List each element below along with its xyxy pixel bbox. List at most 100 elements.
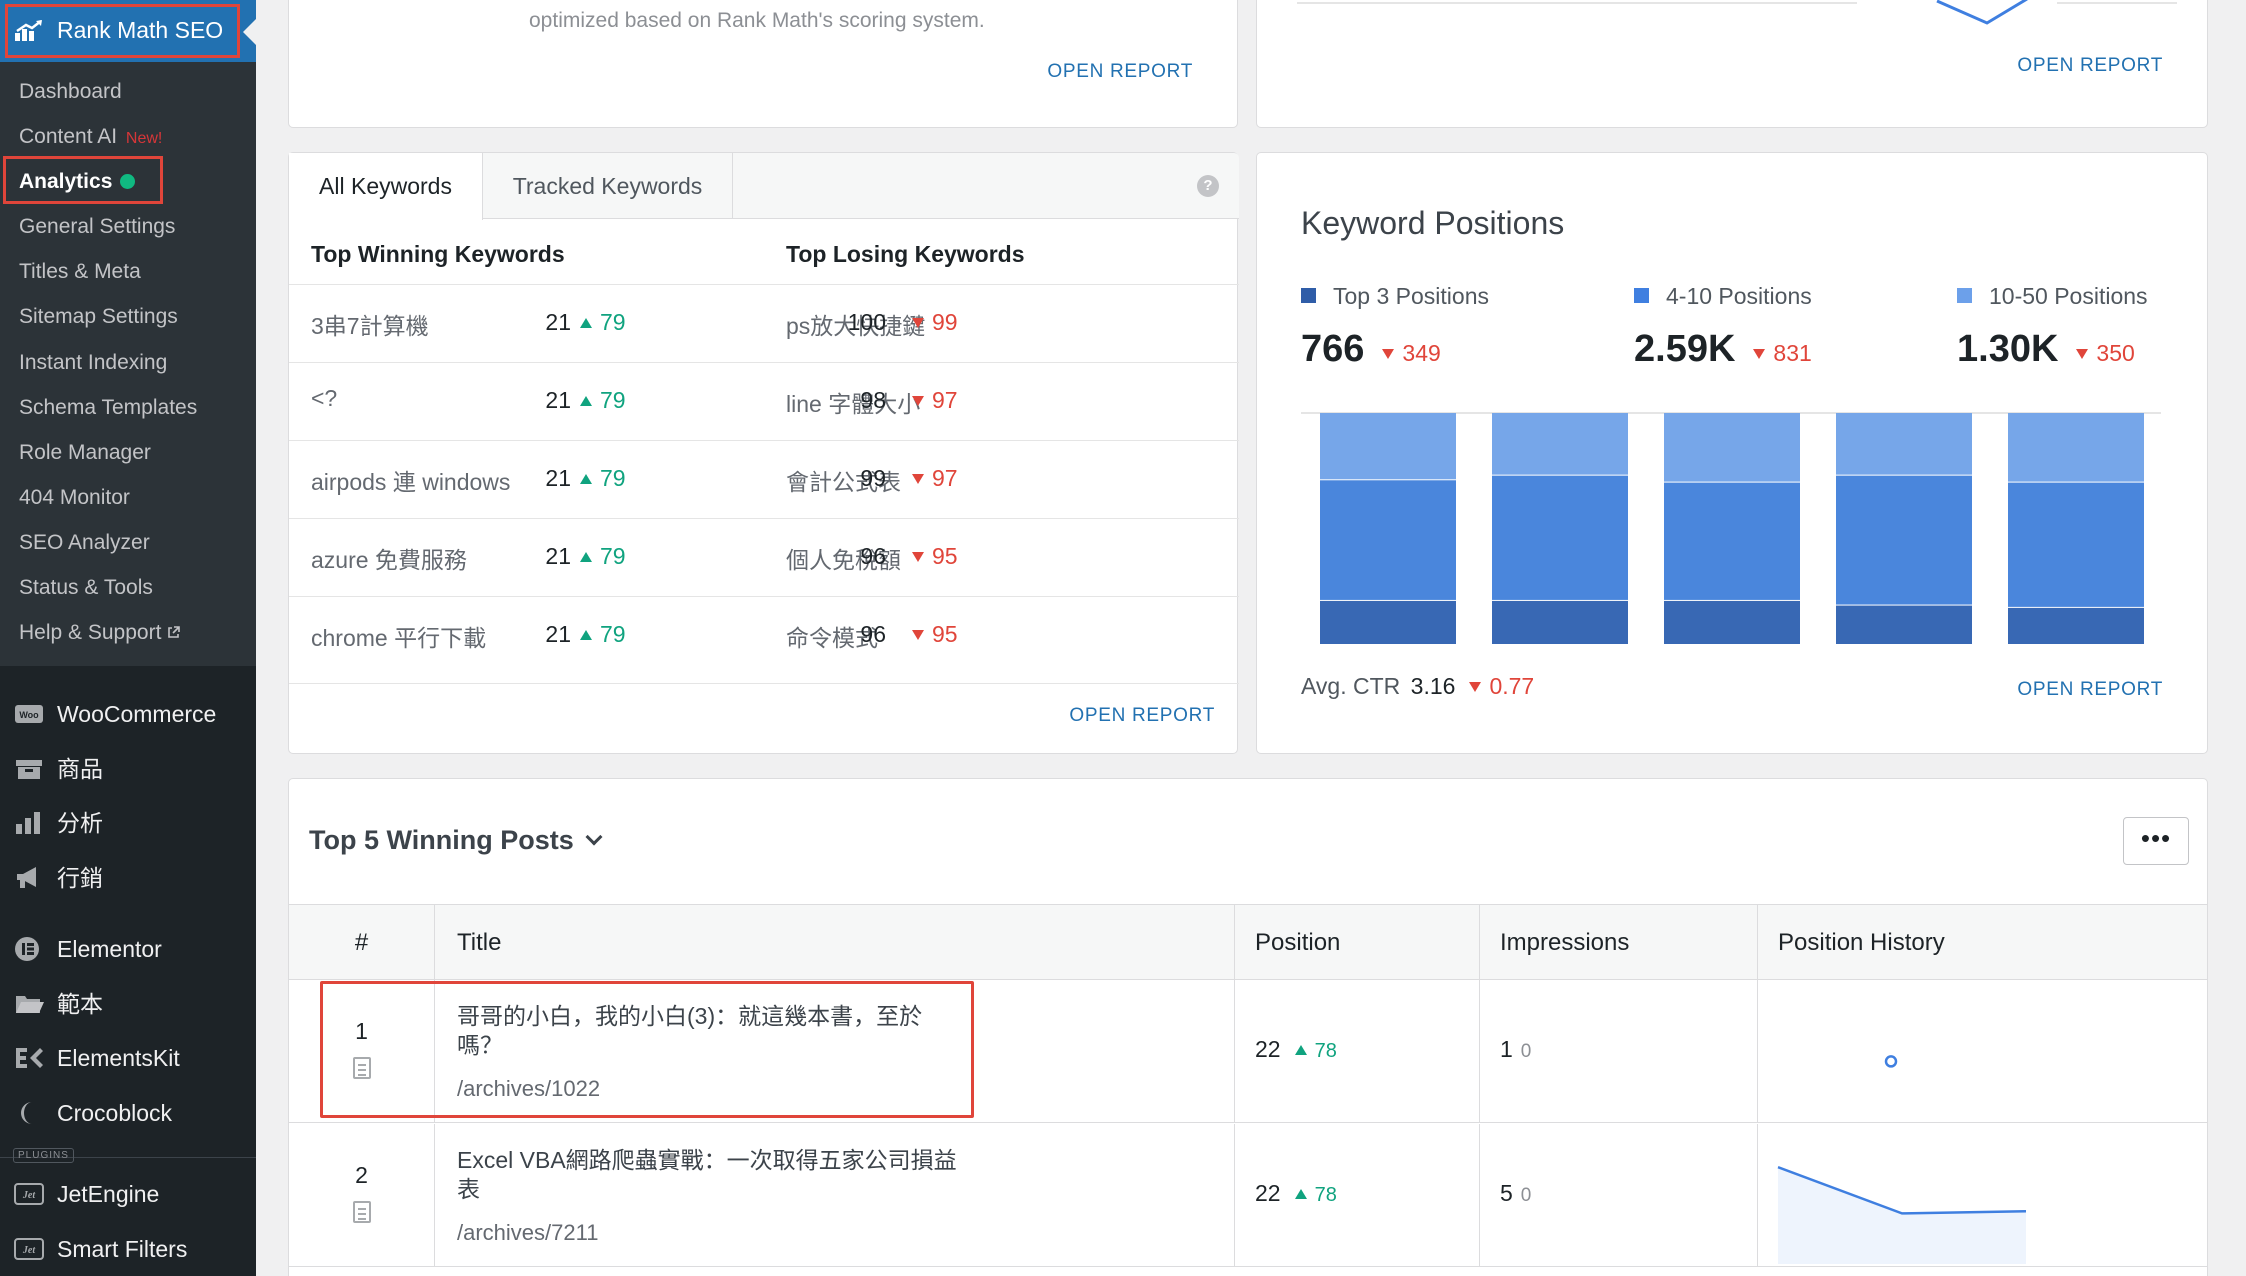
open-report-link[interactable]: OPEN REPORT [2017,55,2163,77]
up-arrow-icon [580,474,592,484]
submenu-seo-analyzer[interactable]: SEO Analyzer [19,528,150,558]
chart-bar-segment [1320,480,1456,600]
menu-marketing[interactable]: 行銷 [0,852,256,904]
up-arrow-icon [580,630,592,640]
submenu-role-manager[interactable]: Role Manager [19,438,151,468]
winning-keyword-position: 21 [545,621,571,647]
submenu-sitemap-settings[interactable]: Sitemap Settings [19,302,178,332]
menu-analytics[interactable]: 分析 [0,797,256,849]
submenu-404-monitor[interactable]: 404 Monitor [19,483,130,513]
stat-10-50-value-row: 1.30K 350 [1957,328,2148,371]
elementor-icon [15,937,39,961]
impressions-change: 0 [1520,1185,1532,1206]
document-icon [352,1201,371,1223]
tab-tracked-keywords[interactable]: Tracked Keywords [483,153,733,219]
impressions-value: 5 [1500,1180,1513,1206]
menu-jetengine[interactable]: Jet JetEngine [0,1168,256,1220]
winning-keyword[interactable]: chrome 平行下載 [311,619,486,653]
legend-4-10: 4-10 Positions [1634,283,1812,310]
position-value: 22 [1255,1180,1281,1206]
keyword-row: <? 21 79 line 字體大小 98 97 [289,362,1239,440]
winning-keyword[interactable]: 3串7計算機 [311,307,429,341]
submenu-content-ai[interactable]: Content AI New! [19,122,162,154]
help-icon[interactable]: ? [1197,175,1219,197]
winning-keyword-change: 79 [580,465,626,492]
menu-crocoblock[interactable]: Crocoblock [0,1087,256,1139]
submenu-status-tools[interactable]: Status & Tools [19,573,153,603]
tab-all-keywords[interactable]: All Keywords [289,153,483,220]
menu-elementor[interactable]: Elementor [0,923,256,975]
chart-bar-segment [1836,475,1972,605]
woo-icon: Woo [15,705,43,723]
position-value: 22 [1255,1036,1281,1062]
menu-products[interactable]: 商品 [0,743,256,795]
down-arrow-icon [1382,349,1395,359]
rank-math-menu-item[interactable]: Rank Math SEO [0,0,256,62]
winning-keyword-change-value: 79 [600,465,626,491]
menu-templates[interactable]: 範本 [0,978,256,1030]
bar-chart-icon [16,812,40,834]
open-report-link[interactable]: OPEN REPORT [2017,679,2163,701]
submenu-content-ai-label: Content AI [19,125,118,148]
highlight-box [3,156,163,204]
submenu-titles-meta[interactable]: Titles & Meta [19,257,141,287]
stat-4-10-change-value: 831 [1773,340,1812,366]
column-number: # [289,905,435,980]
stat-top-3-value: 766 [1301,328,1365,370]
menu-marketing-label: 行銷 [57,865,103,891]
position-history-sparkline [1777,1166,2027,1264]
top-winning-posts-title: Top 5 Winning Posts [309,825,574,855]
down-arrow-icon [1753,349,1766,359]
winning-keyword-change-value: 79 [600,621,626,647]
submenu-help-support[interactable]: Help & Support [19,618,181,648]
winning-keyword-change-value: 79 [600,387,626,413]
losing-keyword-position: 100 [847,309,886,335]
keywords-tabbar: All Keywords Tracked Keywords ? [289,153,1239,220]
row-position-cell: 22 78 [1235,980,1480,1123]
open-report-link[interactable]: OPEN REPORT [1069,705,1215,727]
top-winning-posts-dropdown[interactable]: Top 5 Winning Posts [309,825,603,856]
keyword-row: chrome 平行下載 21 79 命令模式 96 95 [289,596,1239,674]
winning-keyword-position: 21 [545,309,571,335]
submenu-general-settings[interactable]: General Settings [19,212,175,242]
winning-keyword-change-value: 79 [600,543,626,569]
down-arrow-icon [912,396,924,406]
crocoblock-icon [21,1102,32,1124]
post-title-link[interactable]: Excel VBA網路爬蟲實戰：一次取得五家公司損益表 [457,1146,957,1204]
winning-keyword-position: 21 [545,543,571,569]
menu-crocoblock-label: Crocoblock [57,1100,173,1126]
position-change: 78 [1294,1040,1337,1062]
performance-trend-line [1297,0,2177,25]
seo-score-description: optimized based on Rank Math's scoring s… [529,9,985,32]
row-number: 2 [355,1162,368,1188]
keyword-positions-title: Keyword Positions [1301,205,1565,241]
submenu-instant-indexing[interactable]: Instant Indexing [19,348,167,378]
jet-icon: Jet [14,1183,44,1205]
winning-keyword[interactable]: azure 免費服務 [311,541,467,575]
elementskit-icon [16,1048,43,1068]
position-change-value: 78 [1314,1040,1337,1062]
menu-smart-filters[interactable]: Jet Smart Filters [0,1223,256,1275]
chart-bar-segment [1836,413,1972,475]
current-menu-arrow [243,19,256,45]
winning-keyword[interactable]: <? [311,385,337,412]
chart-bar-segment [2008,607,2144,644]
row-impressions-cell: 10 [1480,980,1758,1123]
up-arrow-icon [580,396,592,406]
more-options-button[interactable]: ••• [2123,817,2189,865]
down-arrow-icon [912,474,924,484]
stat-top-3-change: 349 [1382,340,1441,366]
submenu-dashboard[interactable]: Dashboard [19,77,122,107]
winning-keyword-position: 21 [545,387,571,413]
menu-woocommerce[interactable]: Woo WooCommerce [0,688,256,740]
losing-keyword-change-value: 97 [932,465,958,491]
menu-elementskit[interactable]: ElementsKit [0,1032,256,1084]
row-title-cell: Excel VBA網路爬蟲實戰：一次取得五家公司損益表 /archives/72… [435,1124,1235,1267]
winning-keyword[interactable]: airpods 連 windows [311,463,510,497]
megaphone-icon [17,867,36,888]
chart-bar-segment [1664,413,1800,482]
keywords-footer-divider [289,683,1239,684]
open-report-link[interactable]: OPEN REPORT [1047,61,1193,83]
performance-card: OPEN REPORT [1256,0,2208,128]
submenu-schema-templates[interactable]: Schema Templates [19,393,197,423]
